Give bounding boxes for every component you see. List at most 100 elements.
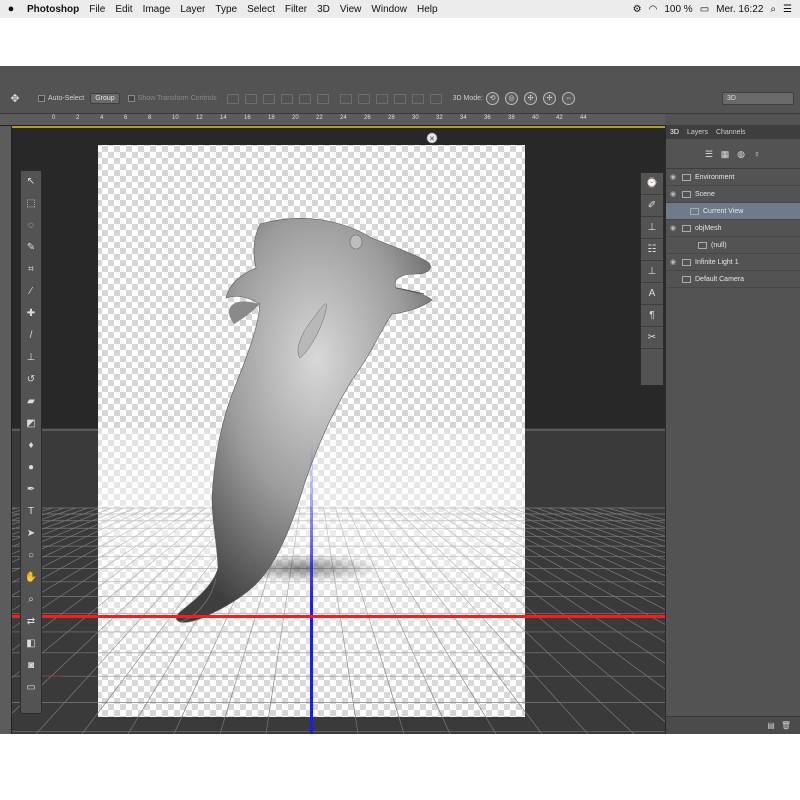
- clone-stamp-tool-icon[interactable]: ⊥: [21, 347, 41, 369]
- menu-edit[interactable]: Edit: [110, 4, 137, 15]
- shape-tool-icon[interactable]: ○: [21, 545, 41, 567]
- 3d-viewport[interactable]: ✕: [12, 128, 665, 734]
- document-area[interactable]: 0 2 4 6 8 10 12 14 16 18 20 22 24 26 28 30 32 34 36 38 40 42 4…: [0, 114, 665, 734]
- brush-panel-icon[interactable]: ✐: [641, 195, 663, 217]
- dodge-tool-icon[interactable]: ●: [21, 457, 41, 479]
- visibility-eye-icon[interactable]: ◉: [666, 258, 680, 266]
- menu-select[interactable]: Select: [242, 4, 280, 15]
- creative-cloud-icon[interactable]: ⚙: [633, 4, 642, 15]
- ruler-vertical[interactable]: [0, 126, 12, 734]
- scene-tree-row[interactable]: Current View: [666, 203, 800, 220]
- gradient-tool-icon[interactable]: ◩: [21, 413, 41, 435]
- hand-tool-icon[interactable]: ✋: [21, 567, 41, 589]
- distribute-top-icon[interactable]: [339, 93, 352, 104]
- roll-3d-icon[interactable]: ◎: [505, 92, 518, 105]
- menu-help[interactable]: Help: [412, 4, 443, 15]
- tab-3d[interactable]: 3D: [666, 129, 683, 136]
- light-widget-glyph: ✕: [429, 136, 435, 143]
- properties-panel-icon[interactable]: ☷: [641, 239, 663, 261]
- distribute-bottom-icon[interactable]: [375, 93, 388, 104]
- quick-mask-icon[interactable]: ◙: [21, 655, 41, 677]
- pen-tool-icon[interactable]: ✒: [21, 479, 41, 501]
- visibility-eye-icon[interactable]: ◉: [666, 224, 680, 232]
- align-horizontal-center-icon[interactable]: [298, 93, 311, 104]
- menu-app-name[interactable]: Photoshop: [22, 4, 84, 15]
- eraser-tool-icon[interactable]: ▰: [21, 391, 41, 413]
- lasso-tool-icon[interactable]: ◌: [21, 215, 41, 237]
- wifi-icon[interactable]: ◠: [649, 4, 658, 15]
- history-brush-tool-icon[interactable]: ↺: [21, 369, 41, 391]
- blur-tool-icon[interactable]: ♦: [21, 435, 41, 457]
- menu-view[interactable]: View: [335, 4, 367, 15]
- menu-window[interactable]: Window: [366, 4, 412, 15]
- auto-select-dropdown[interactable]: Group: [90, 93, 120, 104]
- type-tool-icon[interactable]: T: [21, 501, 41, 523]
- menu-type[interactable]: Type: [210, 4, 242, 15]
- scene-tree-row[interactable]: ◉ Environment: [666, 169, 800, 186]
- tab-layers[interactable]: Layers: [683, 129, 712, 136]
- screen-mode-icon[interactable]: ▭: [21, 677, 41, 699]
- scene-tree-row[interactable]: Default Camera: [666, 271, 800, 288]
- distribute-center-icon[interactable]: [357, 93, 370, 104]
- color-swatches-icon[interactable]: ◧: [21, 633, 41, 655]
- auto-select-checkbox[interactable]: [38, 95, 45, 102]
- visibility-eye-icon[interactable]: ◉: [666, 190, 680, 198]
- crop-tool-icon[interactable]: ⌗: [21, 259, 41, 281]
- align-top-icon[interactable]: [226, 93, 239, 104]
- align-right-icon[interactable]: [316, 93, 329, 104]
- healing-brush-tool-icon[interactable]: ✚: [21, 303, 41, 325]
- tools-panel-icon[interactable]: ✂: [641, 327, 663, 349]
- clock[interactable]: Mer. 16:22: [716, 4, 763, 15]
- ruler-tick-label: 16: [244, 115, 251, 121]
- move-tool-icon[interactable]: ✥: [0, 92, 30, 105]
- filter-light-icon[interactable]: ♀: [752, 148, 762, 160]
- visibility-eye-icon[interactable]: ◉: [666, 173, 680, 181]
- clone-source-panel-icon[interactable]: ⊥: [641, 217, 663, 239]
- workspace-dropdown[interactable]: 3D: [722, 92, 794, 105]
- scene-tree-row[interactable]: ◉ Scene: [666, 186, 800, 203]
- scene-tree-row[interactable]: ◉ Infinite Light 1: [666, 254, 800, 271]
- align-vertical-center-icon[interactable]: [244, 93, 257, 104]
- battery-icon[interactable]: ▭: [700, 4, 709, 15]
- apple-icon[interactable]: ●: [0, 3, 22, 15]
- show-transform-checkbox[interactable]: [127, 95, 135, 102]
- trash-icon[interactable]: 🗑: [781, 721, 791, 730]
- new-light-icon[interactable]: ▤: [767, 721, 775, 730]
- distribute-left-icon[interactable]: [393, 93, 406, 104]
- swap-colors-icon[interactable]: ⇄: [21, 611, 41, 633]
- search-icon[interactable]: ⌕: [770, 4, 776, 15]
- zoom-tool-icon[interactable]: ⌕: [21, 589, 41, 611]
- move-tool-icon[interactable]: ↖: [21, 171, 41, 193]
- scene-tree-row[interactable]: ◉ objMesh: [666, 220, 800, 237]
- filter-material-icon[interactable]: ◍: [736, 148, 746, 160]
- marquee-tool-icon[interactable]: ⬚: [21, 193, 41, 215]
- distribute-hcenter-icon[interactable]: [411, 93, 424, 104]
- scene-tree-row[interactable]: (null): [666, 237, 800, 254]
- ruler-horizontal[interactable]: 0 2 4 6 8 10 12 14 16 18 20 22 24 26 28 30 32 34 36 38 40 42 4…: [0, 114, 665, 126]
- slide-3d-icon[interactable]: ✢: [543, 92, 556, 105]
- orbit-3d-icon[interactable]: ⟲: [486, 92, 499, 105]
- menu-filter[interactable]: Filter: [280, 4, 312, 15]
- tab-channels[interactable]: Channels: [712, 129, 750, 136]
- history-panel-icon[interactable]: ⌚: [641, 173, 663, 195]
- quick-select-tool-icon[interactable]: ✎: [21, 237, 41, 259]
- paragraph-panel-icon[interactable]: ¶: [641, 305, 663, 327]
- menu-file[interactable]: File: [84, 4, 110, 15]
- filter-mesh-icon[interactable]: ▦: [720, 148, 730, 160]
- scene-item-icon: [682, 258, 691, 266]
- brush-tool-icon[interactable]: /: [21, 325, 41, 347]
- path-select-tool-icon[interactable]: ➤: [21, 523, 41, 545]
- align-bottom-icon[interactable]: [262, 93, 275, 104]
- drag-3d-icon[interactable]: ✣: [524, 92, 537, 105]
- distribute-right-icon[interactable]: [429, 93, 442, 104]
- scale-3d-icon[interactable]: ⇔: [562, 92, 575, 105]
- character-panel-icon[interactable]: A: [641, 283, 663, 305]
- menu-layer[interactable]: Layer: [175, 4, 210, 15]
- eyedropper-tool-icon[interactable]: ⁄: [21, 281, 41, 303]
- align-left-icon[interactable]: [280, 93, 293, 104]
- menu-image[interactable]: Image: [138, 4, 176, 15]
- adjust-panel-icon[interactable]: ⊥: [641, 261, 663, 283]
- filter-scene-icon[interactable]: ☰: [704, 148, 714, 160]
- menu-3d[interactable]: 3D: [312, 4, 335, 15]
- list-icon[interactable]: ☰: [783, 4, 792, 15]
